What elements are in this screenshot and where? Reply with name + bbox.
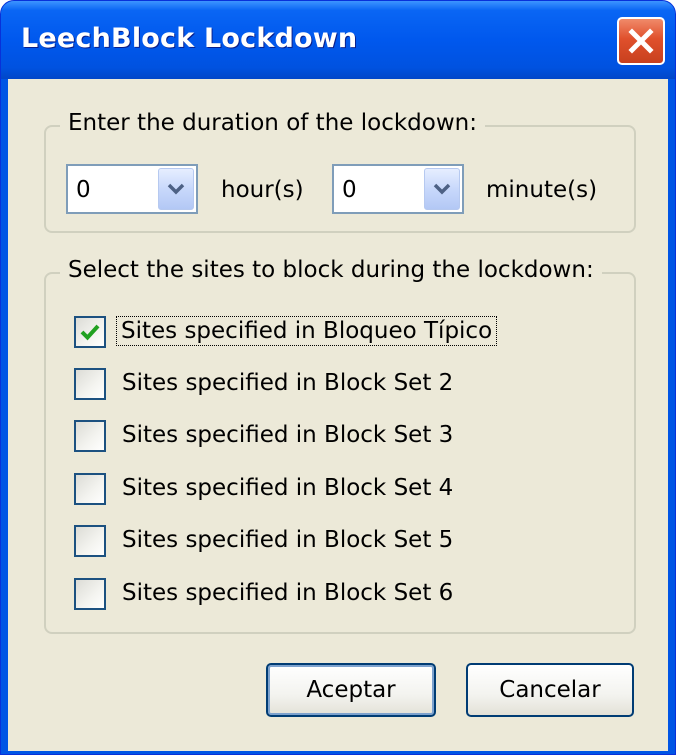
cancel-button[interactable]: Cancelar	[466, 663, 634, 717]
minutes-dropdown[interactable]: 0	[332, 164, 464, 214]
sites-legend: Select the sites to block during the loc…	[60, 257, 602, 283]
close-icon	[628, 28, 654, 54]
hours-unit-label: hour(s)	[221, 177, 304, 203]
site-checkbox[interactable]	[74, 316, 106, 348]
site-checkbox-label[interactable]: Sites specified in Block Set 6	[122, 580, 453, 606]
hours-value: 0	[76, 177, 91, 203]
duration-legend: Enter the duration of the lockdown:	[60, 110, 485, 136]
site-checkbox-label[interactable]: Sites specified in Block Set 3	[122, 422, 453, 448]
site-checkbox-label[interactable]: Sites specified in Bloqueo Típico	[115, 316, 498, 346]
minutes-value: 0	[342, 177, 357, 203]
site-checkbox-label[interactable]: Sites specified in Block Set 5	[122, 527, 453, 553]
site-checkbox[interactable]	[74, 525, 106, 557]
dialog-window: LeechBlock Lockdown Enter the duration o…	[0, 0, 676, 755]
site-checkbox[interactable]	[74, 420, 106, 452]
site-checkbox[interactable]	[74, 578, 106, 610]
title-bar[interactable]: LeechBlock Lockdown	[1, 1, 675, 79]
site-checkbox-label[interactable]: Sites specified in Block Set 2	[122, 370, 453, 396]
chevron-down-icon	[433, 183, 451, 195]
hours-dropdown[interactable]: 0	[66, 164, 198, 214]
site-checkbox[interactable]	[74, 368, 106, 400]
ok-button[interactable]: Aceptar	[266, 663, 436, 717]
close-button[interactable]	[617, 17, 665, 65]
window-title: LeechBlock Lockdown	[21, 23, 358, 54]
chevron-down-icon	[167, 183, 185, 195]
dialog-body: Enter the duration of the lockdown: 0 ho…	[8, 79, 668, 751]
checkmark-icon	[80, 324, 100, 341]
site-checkbox-label[interactable]: Sites specified in Block Set 4	[122, 475, 453, 501]
hours-dropdown-button[interactable]	[158, 168, 194, 210]
site-checkbox[interactable]	[74, 473, 106, 505]
minutes-unit-label: minute(s)	[486, 177, 598, 203]
minutes-dropdown-button[interactable]	[424, 168, 460, 210]
